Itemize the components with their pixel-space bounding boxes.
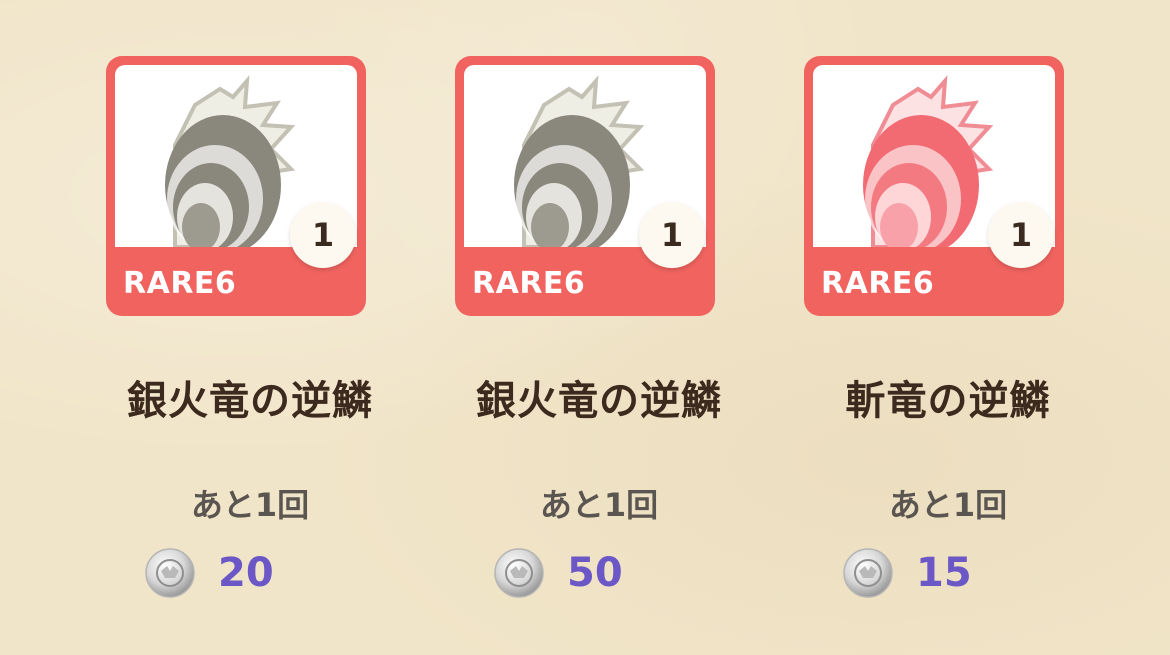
price-value: 20 [218,550,274,596]
exchange-item-2: RARE6 1 銀火竜の逆鱗 あと1回 50 [429,56,729,616]
exchange-item-1: RARE6 1 銀火竜の逆鱗 あと1回 20 [80,56,380,616]
quantity-badge: 1 [639,202,705,268]
item-card[interactable]: RARE6 1 [106,56,366,316]
exchange-item-3: RARE6 1 斬竜の逆鱗 あと1回 15 [778,56,1078,616]
quantity-badge: 1 [988,202,1054,268]
remaining-count: あと1回 [190,486,310,524]
price-button[interactable]: 50 [493,546,623,600]
item-name: 斬竜の逆鱗 [845,378,1051,424]
rarity-label: RARE6 [472,266,586,301]
item-name: 銀火竜の逆鱗 [127,378,373,424]
quantity-badge: 1 [290,202,356,268]
item-card[interactable]: RARE6 1 [804,56,1064,316]
price-value: 50 [567,550,623,596]
item-name: 銀火竜の逆鱗 [476,378,722,424]
remaining-count: あと1回 [539,486,659,524]
price-button[interactable]: 20 [144,546,274,600]
remaining-count: あと1回 [888,486,1008,524]
price-button[interactable]: 15 [842,546,972,600]
silver-coin-icon [145,548,195,598]
rarity-label: RARE6 [123,266,237,301]
item-card[interactable]: RARE6 1 [455,56,715,316]
rarity-label: RARE6 [821,266,935,301]
exchange-item-row: RARE6 1 銀火竜の逆鱗 あと1回 20 RARE6 1 銀火竜の逆鱗 あと… [0,0,1170,655]
price-value: 15 [916,550,972,596]
silver-coin-icon [843,548,893,598]
silver-coin-icon [494,548,544,598]
